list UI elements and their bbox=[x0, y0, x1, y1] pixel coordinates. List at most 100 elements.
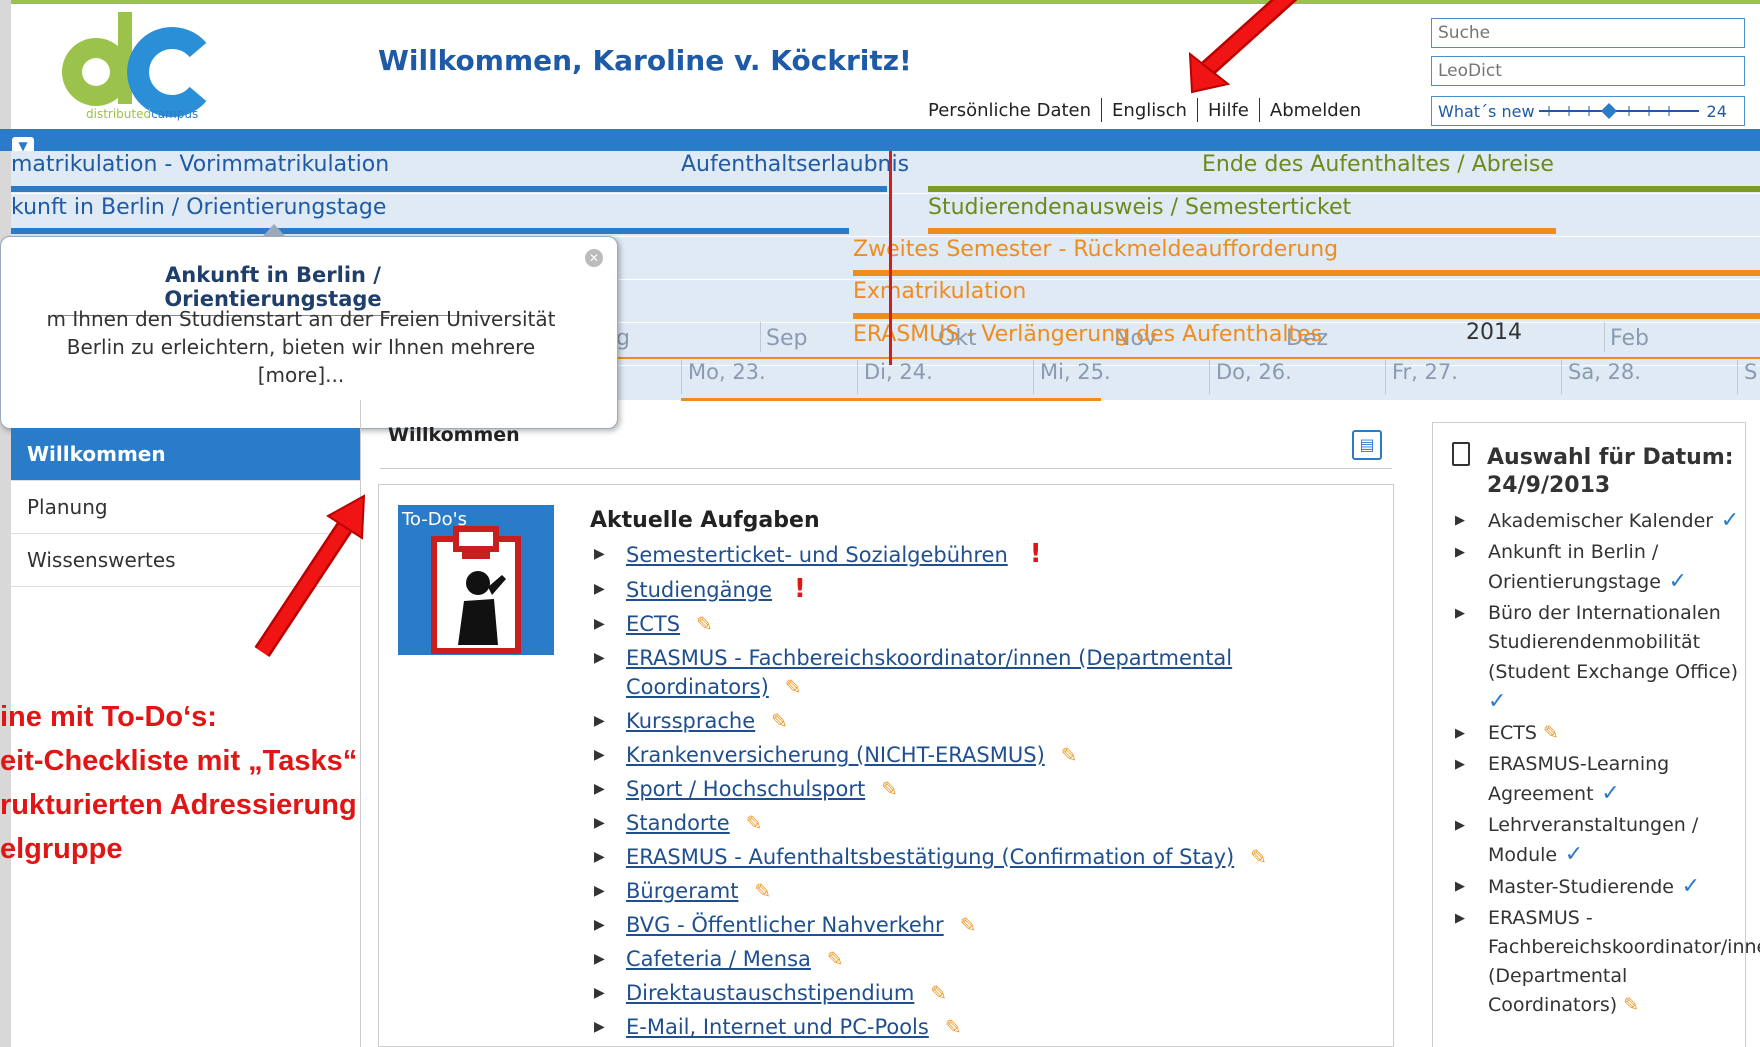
day-cell[interactable]: Di, 24. bbox=[857, 360, 1033, 394]
timeline-event[interactable]: Zweites Semester - Rückmeldeaufforderung bbox=[853, 237, 1338, 262]
task-link[interactable]: Studiengänge bbox=[626, 578, 772, 602]
bullet-icon: ▶ bbox=[594, 883, 605, 899]
day-cell[interactable]: Sa, 28. bbox=[1561, 360, 1737, 394]
date-item-label: ECTS bbox=[1488, 722, 1537, 744]
task-link[interactable]: Kurssprache bbox=[626, 709, 755, 733]
timeline-event[interactable]: Exmatrikulation bbox=[853, 279, 1026, 304]
day-cell[interactable]: S bbox=[1737, 360, 1760, 394]
pencil-icon: ✎ bbox=[959, 913, 977, 937]
timeline-bar bbox=[11, 186, 887, 192]
task-link[interactable]: Direktaustauschstipendium bbox=[626, 981, 914, 1005]
month-label: Feb bbox=[1610, 326, 1649, 351]
task-item: ▶ ECTS ✎ bbox=[590, 610, 1330, 639]
timeline-event[interactable]: Aufenthaltserlaubnis bbox=[681, 152, 909, 177]
timeline-bar bbox=[853, 270, 1760, 276]
page-title: Willkommen bbox=[388, 424, 520, 446]
timeline-bar bbox=[681, 398, 1101, 401]
print-icon[interactable]: ▤ bbox=[1352, 430, 1382, 460]
close-icon[interactable]: ✕ bbox=[585, 249, 603, 267]
date-item[interactable]: ▶ ECTS ✎ bbox=[1452, 719, 1760, 748]
nav-personal-data[interactable]: Persönliche Daten bbox=[928, 100, 1091, 121]
bullet-icon: ▶ bbox=[594, 650, 605, 666]
clipboard-person-icon bbox=[431, 526, 521, 654]
todo-image: To-Do's bbox=[398, 505, 554, 655]
task-link[interactable]: ERASMUS - Fachbereichskoordinator/innen … bbox=[626, 646, 1232, 699]
search-input[interactable] bbox=[1431, 18, 1745, 48]
task-link[interactable]: Sport / Hochschulsport bbox=[626, 777, 865, 801]
task-item: ▶ Bürgeramt ✎ bbox=[590, 877, 1330, 906]
month-divider bbox=[1604, 322, 1605, 352]
task-link[interactable]: BVG - Öffentlicher Nahverkehr bbox=[626, 913, 944, 937]
nav-language-english[interactable]: Englisch bbox=[1112, 100, 1187, 121]
task-link[interactable]: E-Mail, Internet und PC-Pools bbox=[626, 1015, 929, 1039]
task-item: ▶ Studiengänge! bbox=[590, 575, 1330, 605]
checkmark-icon: ✓ bbox=[1557, 842, 1584, 867]
bullet-icon: ▶ bbox=[1455, 879, 1465, 894]
date-item[interactable]: ▶ Master-Studierende ✓ bbox=[1452, 872, 1760, 902]
bullet-icon: ▶ bbox=[1455, 757, 1465, 772]
date-item[interactable]: ▶ Lehrveranstaltungen / Module ✓ bbox=[1452, 811, 1760, 870]
pencil-icon: ✎ bbox=[696, 612, 713, 636]
nav-logout[interactable]: Abmelden bbox=[1270, 100, 1361, 121]
slider-track-icon[interactable] bbox=[1538, 101, 1699, 121]
checkmark-icon: ✓ bbox=[1660, 569, 1687, 594]
nav-help[interactable]: Hilfe bbox=[1208, 100, 1249, 121]
date-item[interactable]: ▶ ERASMUS - Fachbereichskoordinator/innen… bbox=[1452, 904, 1760, 1020]
timeline-event[interactable]: Studierendenausweis / Semesterticket bbox=[928, 195, 1351, 220]
date-item-label: Master-Studierende bbox=[1488, 876, 1674, 898]
date-item[interactable]: ▶ Akademischer Kalender ✓ bbox=[1452, 506, 1760, 536]
date-item[interactable]: ▶ Ankunft in Berlin / Orientierungstage ✓ bbox=[1452, 538, 1760, 597]
task-item: ▶ BVG - Öffentlicher Nahverkehr ✎ bbox=[590, 911, 1330, 940]
bullet-icon: ▶ bbox=[1455, 911, 1465, 926]
bullet-icon: ▶ bbox=[594, 849, 605, 865]
exclamation-icon: ! bbox=[1029, 539, 1042, 569]
leodict-input[interactable] bbox=[1431, 56, 1745, 86]
day-cell[interactable]: Fr, 27. bbox=[1385, 360, 1561, 394]
svg-text:distributedcampus: distributedcampus bbox=[86, 107, 198, 121]
date-panel-title: Auswahl für Datum: 24/9/2013 bbox=[1487, 444, 1734, 500]
task-item: ▶ ERASMUS - Fachbereichskoordinator/innen… bbox=[590, 644, 1330, 702]
task-link[interactable]: Krankenversicherung (NICHT-ERASMUS) bbox=[626, 743, 1045, 767]
task-link[interactable]: Semesterticket- und Sozialgebühren bbox=[626, 543, 1008, 567]
pencil-icon: ✎ bbox=[881, 777, 898, 801]
bullet-icon: ▶ bbox=[594, 781, 605, 797]
timeline-event[interactable]: matrikulation - Vorimmatrikulation bbox=[11, 152, 389, 177]
task-link[interactable]: Bürgeramt bbox=[626, 879, 738, 903]
date-item[interactable]: ▶ Büro der Internationalen Studierendenmo… bbox=[1452, 599, 1760, 717]
timeline-event[interactable]: ERASMUS - Verlängerung des Aufenthaltes bbox=[853, 322, 1322, 347]
task-link[interactable]: Standorte bbox=[626, 811, 730, 835]
bullet-icon: ▶ bbox=[594, 951, 605, 967]
task-link[interactable]: ECTS bbox=[626, 612, 680, 636]
sidebar-item-willkommen[interactable]: Willkommen bbox=[11, 428, 360, 481]
pencil-icon: ✎ bbox=[1617, 994, 1640, 1016]
month-label: g bbox=[616, 326, 630, 351]
exclamation-icon: ! bbox=[794, 574, 806, 604]
checkmark-icon: ✓ bbox=[1673, 874, 1701, 899]
day-cell[interactable]: Mo, 23. bbox=[681, 360, 857, 394]
dc-logo[interactable]: distributedcampus bbox=[38, 10, 228, 122]
tooltip-text: Berlin zu erleichtern, bieten wir Ihnen … bbox=[66, 335, 536, 359]
bullet-icon: ▶ bbox=[594, 581, 605, 597]
bullet-icon: ▶ bbox=[594, 713, 605, 729]
date-item[interactable]: ▶ ERASMUS-Learning Agreement ✓ bbox=[1452, 750, 1760, 809]
more-link[interactable]: [more]... bbox=[258, 363, 344, 387]
task-link[interactable]: ERASMUS - Aufenthaltsbestätigung (Confir… bbox=[626, 845, 1234, 869]
day-cell[interactable]: Mi, 25. bbox=[1033, 360, 1209, 394]
tooltip-text: m Ihnen den Studienstart an der Freien U… bbox=[46, 307, 556, 331]
task-link[interactable]: Cafeteria / Mensa bbox=[626, 947, 811, 971]
task-item: ▶ ERASMUS - Aufenthaltsbestätigung (Confi… bbox=[590, 843, 1330, 872]
day-cell[interactable]: Do, 26. bbox=[1209, 360, 1385, 394]
pencil-icon: ✎ bbox=[754, 879, 772, 903]
timeline-event[interactable]: kunft in Berlin / Orientierungstage bbox=[11, 195, 386, 220]
top-accent-bar bbox=[0, 0, 1760, 4]
whats-new-slider[interactable]: What´s new 24 bbox=[1431, 96, 1745, 126]
date-item-label: Ankunft in Berlin / Orientierungstage bbox=[1488, 541, 1661, 593]
pencil-icon: ✎ bbox=[1536, 722, 1559, 744]
timeline-event[interactable]: Ende des Aufenthaltes / Abreise bbox=[1202, 152, 1554, 177]
task-item: ▶ Direktaustauschstipendium ✎ bbox=[590, 979, 1330, 1008]
annotation-callout: ine mit To-Do‘s: eit-Checkliste mit „Tas… bbox=[0, 695, 357, 871]
checkmark-icon: ✓ bbox=[1488, 689, 1507, 714]
tooltip-body: m Ihnen den Studienstart an der Freien U… bbox=[1, 305, 601, 389]
red-arrow-icon bbox=[1188, 0, 1298, 94]
pencil-icon: ✎ bbox=[826, 947, 844, 971]
